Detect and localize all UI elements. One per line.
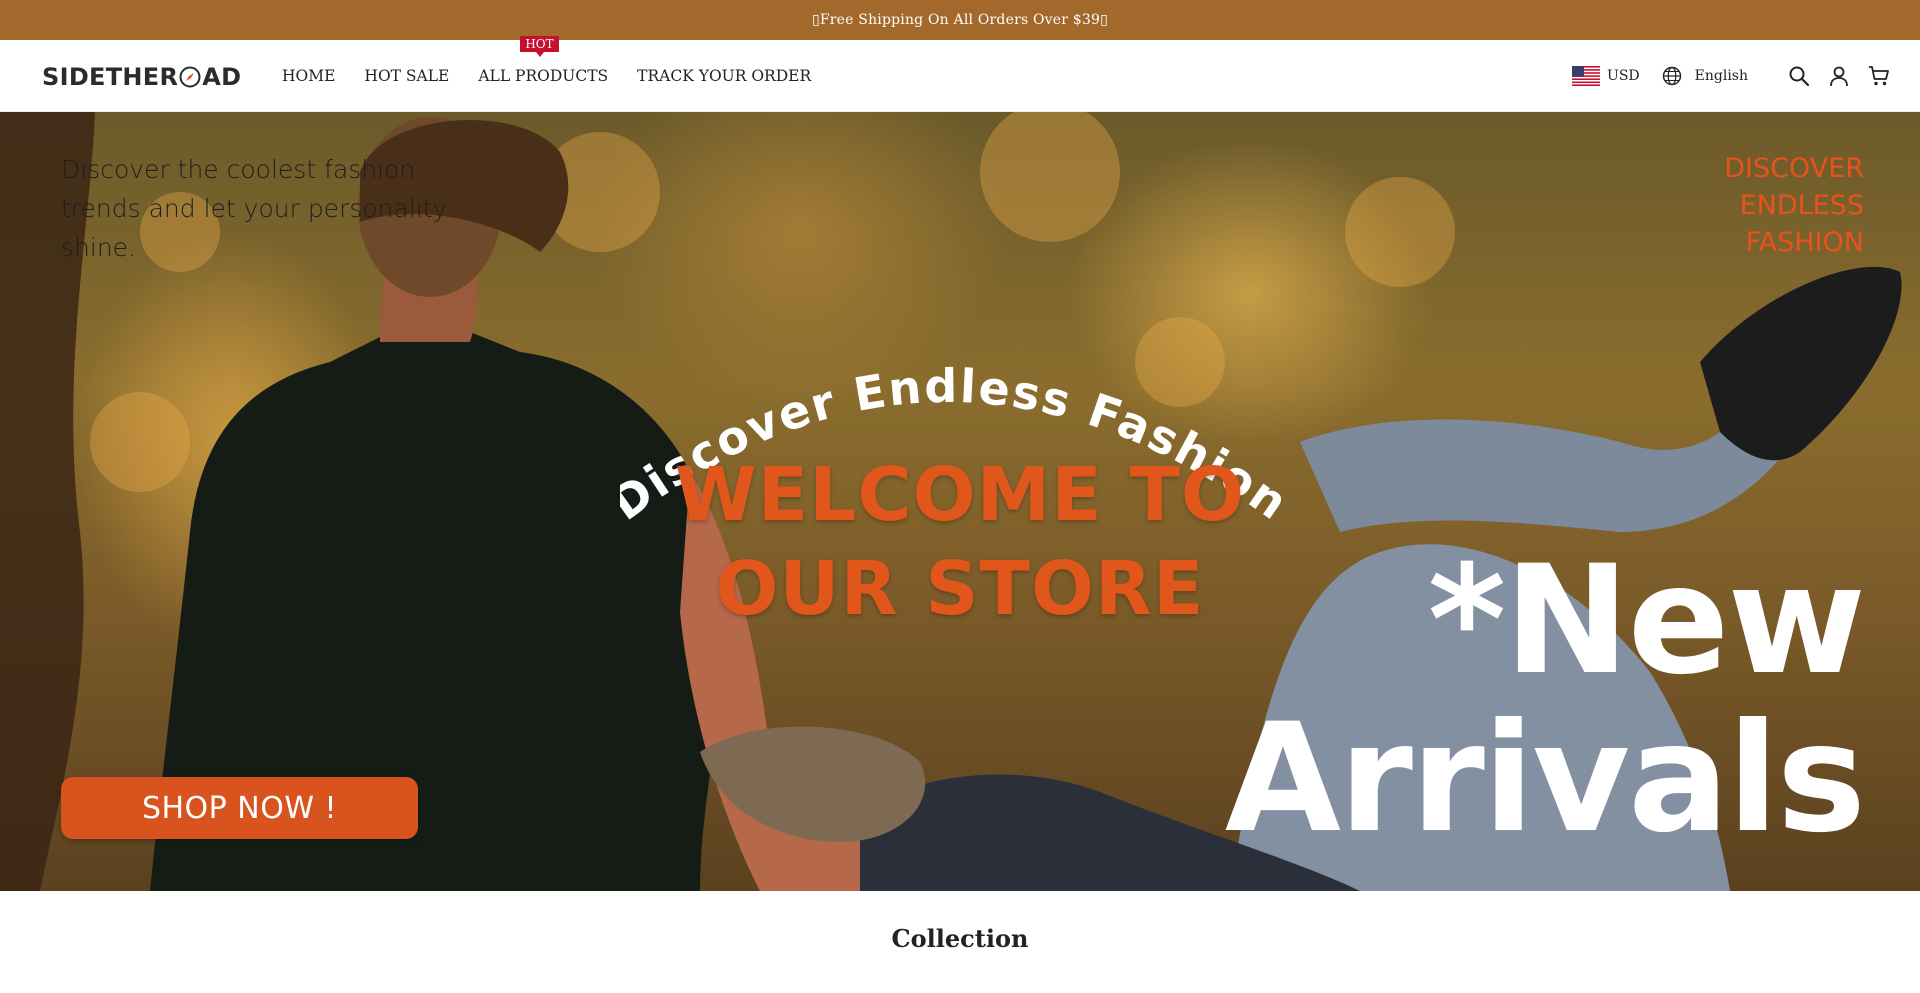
compass-icon [179, 66, 201, 88]
logo-text-left: SIDETHER [42, 63, 179, 91]
shop-now-button[interactable]: SHOP NOW ! [61, 777, 418, 839]
logo[interactable]: SIDETHER AD [42, 60, 241, 94]
currency-label: USD [1607, 68, 1640, 84]
new-arrivals-line-1: *New [1427, 534, 1866, 708]
search-button[interactable] [1788, 65, 1810, 87]
hero-tagline: Discover the coolest fashion trends and … [61, 155, 448, 262]
account-button[interactable] [1828, 65, 1850, 87]
nav-item-hot-sale[interactable]: HOT SALE [364, 67, 449, 85]
hot-badge: HOT [520, 36, 559, 57]
main-nav: HOME HOT SALE HOT ALL PRODUCTS TRACK YOU… [282, 36, 840, 112]
nav-item-track-order[interactable]: TRACK YOUR ORDER [637, 67, 811, 85]
nav-item-label: HOT SALE [364, 67, 450, 85]
nav-item-home[interactable]: HOME [282, 67, 335, 85]
announcement-bar: ▯Free Shipping On All Orders Over $39▯ [0, 0, 1920, 40]
nav-item-label: ALL PRODUCTS [478, 67, 609, 85]
currency-selector[interactable]: USD [1572, 66, 1640, 86]
hero-banner: Discover the coolest fashion trends and … [0, 112, 1920, 891]
site-header: SIDETHER AD HOME HOT SALE HOT ALL PRODUC… [0, 36, 1920, 112]
new-arrivals-line-2: Arrivals [1224, 692, 1866, 866]
cart-button[interactable] [1868, 65, 1890, 87]
language-selector[interactable]: English [1662, 66, 1748, 86]
account-icon [1830, 66, 1848, 87]
search-icon [1789, 66, 1810, 87]
nav-item-label: TRACK YOUR ORDER [637, 67, 812, 85]
header-utilities: USD English [1572, 40, 1890, 112]
us-flag-icon [1572, 66, 1601, 86]
announcement-text: ▯Free Shipping On All Orders Over $39▯ [811, 12, 1109, 28]
language-label: English [1694, 68, 1748, 84]
globe-icon [1662, 66, 1681, 86]
nav-item-all-products[interactable]: HOT ALL PRODUCTS [478, 36, 609, 85]
hero-corner-text: Discover endless fashion [1724, 153, 1864, 258]
collection-title: Collection [891, 924, 1029, 953]
welcome-line-1: WELCOME TO [675, 452, 1245, 538]
logo-text-right: AD [202, 63, 242, 91]
nav-item-label: HOME [282, 67, 336, 85]
new-arrivals-headline: *New Arrivals [1224, 534, 1866, 866]
cart-icon [1869, 66, 1889, 86]
